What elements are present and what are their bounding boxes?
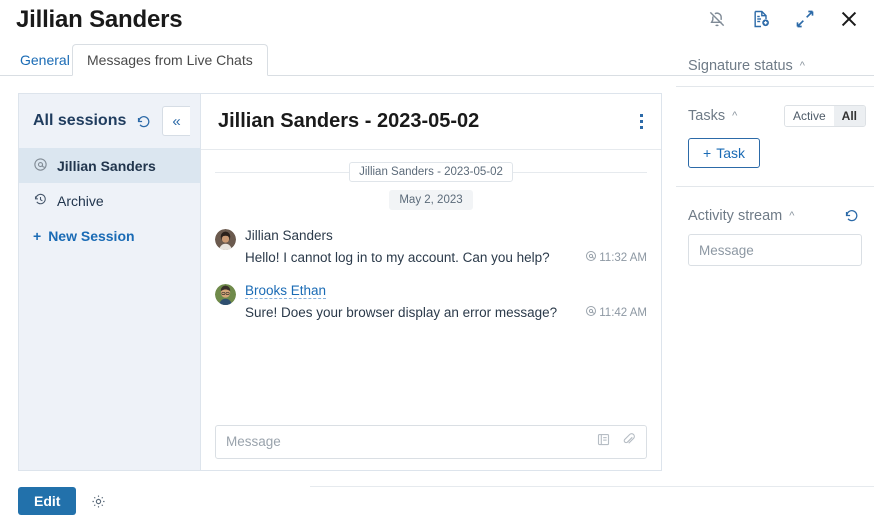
- attachment-icon[interactable]: [621, 432, 636, 452]
- chat-header: Jillian Sanders - 2023-05-02: [201, 94, 661, 150]
- avatar: [215, 229, 236, 250]
- session-name-chip: Jillian Sanders - 2023-05-02: [349, 162, 513, 182]
- activity-stream-title: Activity stream: [688, 207, 783, 224]
- bottom-divider: [310, 486, 874, 487]
- live-chat-contact-window: Jillian Sanders General Messages from Li…: [0, 0, 874, 529]
- template-icon[interactable]: [596, 432, 611, 452]
- refresh-icon[interactable]: [135, 113, 152, 130]
- message-timestamp: 11:42 AM: [585, 305, 647, 320]
- sidebar-item-label: Archive: [57, 192, 104, 209]
- new-session-button[interactable]: + New Session: [19, 218, 200, 253]
- sessions-title: All sessions: [33, 112, 127, 129]
- new-session-label: New Session: [48, 227, 135, 244]
- collapse-sidebar-button[interactable]: «: [162, 106, 190, 136]
- tab-messages-from-live-chats[interactable]: Messages from Live Chats: [72, 44, 268, 76]
- chat-composer: Message: [201, 413, 661, 470]
- tasks-section: Tasks ^ Active All + Task: [676, 87, 874, 168]
- sidebar-item-jillian-sanders[interactable]: Jillian Sanders: [19, 148, 200, 183]
- history-icon: [33, 192, 48, 210]
- tasks-title: Tasks: [688, 108, 726, 124]
- message-timestamp: 11:32 AM: [585, 250, 647, 265]
- at-circle-icon: [585, 250, 597, 265]
- message-author-link[interactable]: Brooks Ethan: [245, 283, 327, 299]
- message-author: Jillian Sanders: [245, 228, 333, 243]
- footer-actions: Edit: [18, 487, 107, 515]
- signature-status-header[interactable]: Signature status ^: [676, 58, 874, 74]
- signature-status-title: Signature status: [688, 58, 793, 74]
- plus-icon: +: [703, 145, 712, 161]
- date-chip-row: May 2, 2023: [215, 190, 647, 210]
- sessions-header: All sessions «: [19, 94, 200, 148]
- tasks-filter-toggle: Active All: [783, 105, 866, 127]
- window-controls: [706, 8, 860, 30]
- activity-input-placeholder: Message: [699, 242, 754, 258]
- chat-message-list: Jillian Sanders - 2023-05-02 May 2, 2023: [201, 150, 661, 414]
- at-circle-icon: [33, 157, 48, 175]
- message-time-label: 11:42 AM: [599, 306, 647, 319]
- chevron-up-icon[interactable]: ^: [800, 60, 805, 72]
- chevron-up-icon[interactable]: ^: [789, 210, 794, 222]
- message-text: Sure! Does your browser display an error…: [245, 305, 558, 320]
- message-input-placeholder: Message: [226, 434, 281, 449]
- activity-stream-section: Activity stream ^ Message: [676, 187, 874, 266]
- right-panel: Signature status ^ Tasks ^ Active All + …: [676, 50, 874, 520]
- plus-icon: +: [33, 227, 42, 244]
- refresh-icon[interactable]: [843, 207, 860, 224]
- sidebar-item-label: Jillian Sanders: [57, 157, 156, 174]
- filter-active-button[interactable]: Active: [784, 106, 834, 126]
- session-chip-row: Jillian Sanders - 2023-05-02: [215, 162, 647, 182]
- signature-status-section: Signature status ^: [676, 50, 874, 74]
- add-task-button[interactable]: + Task: [688, 138, 760, 168]
- bell-off-icon[interactable]: [706, 8, 728, 30]
- sessions-sidebar: All sessions « Jillian Sanders Archive +…: [18, 93, 200, 471]
- message-time-label: 11:32 AM: [599, 251, 647, 264]
- activity-message-input[interactable]: Message: [688, 234, 862, 266]
- at-circle-icon: [585, 305, 597, 320]
- filter-all-button[interactable]: All: [833, 106, 865, 126]
- chat-panel: Jillian Sanders - 2023-05-02 Jillian San…: [200, 93, 662, 471]
- more-options-icon[interactable]: [636, 110, 647, 133]
- gear-icon[interactable]: [90, 493, 107, 510]
- message-item: Brooks Ethan Sure! Does your browser dis…: [215, 282, 647, 320]
- message-input[interactable]: Message: [215, 424, 647, 459]
- add-task-label: Task: [716, 145, 745, 161]
- activity-stream-header: Activity stream ^: [676, 207, 874, 224]
- message-text: Hello! I cannot log in to my account. Ca…: [245, 250, 550, 265]
- tasks-header: Tasks ^ Active All: [676, 105, 874, 127]
- expand-icon[interactable]: [794, 8, 816, 30]
- sidebar-item-archive[interactable]: Archive: [19, 183, 200, 218]
- document-add-icon[interactable]: [750, 8, 772, 30]
- message-item: Jillian Sanders Hello! I cannot log in t…: [215, 227, 647, 265]
- chevron-up-icon[interactable]: ^: [732, 110, 737, 122]
- close-icon[interactable]: [838, 8, 860, 30]
- date-chip: May 2, 2023: [389, 190, 473, 210]
- avatar: [215, 284, 236, 305]
- page-title: Jillian Sanders: [16, 6, 183, 33]
- chat-title: Jillian Sanders - 2023-05-02: [218, 110, 480, 132]
- edit-button[interactable]: Edit: [18, 487, 77, 515]
